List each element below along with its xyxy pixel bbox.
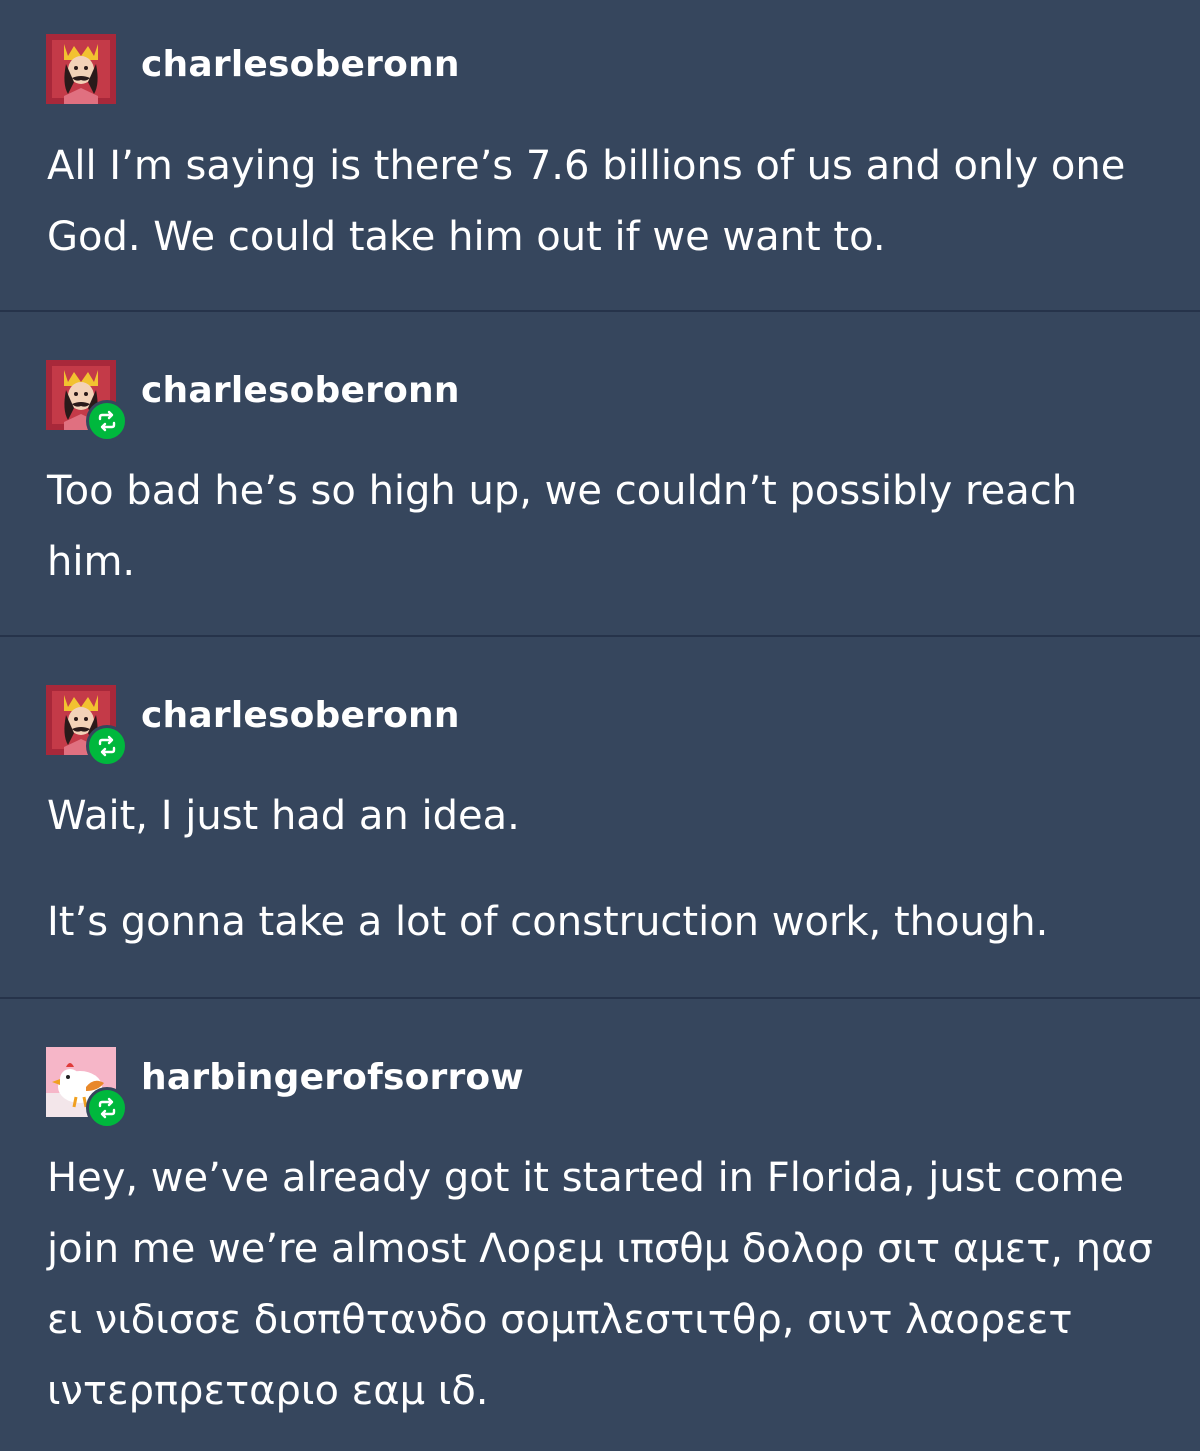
post-2: charlesoberonn Too bad he’s so high up, … xyxy=(0,312,1200,635)
crowned-king-avatar-icon xyxy=(46,34,116,104)
post-3: charlesoberonn Wait, I just had an idea.… xyxy=(0,637,1200,997)
avatar[interactable] xyxy=(46,34,116,104)
post-4: harbingerofsorrow Hey, we’ve already got… xyxy=(0,999,1200,1451)
reblog-icon xyxy=(86,400,128,442)
post-paragraph: It’s gonna take a lot of construction wo… xyxy=(47,899,1049,945)
post-body: All I’m saying is there’s 7.6 billions o… xyxy=(47,131,1167,273)
post-body: Hey, we’ve already got it started in Flo… xyxy=(47,1143,1167,1427)
post-paragraph: Hey, we’ve already got it started in Flo… xyxy=(47,1155,1153,1414)
username[interactable]: charlesoberonn xyxy=(141,44,460,85)
username[interactable]: charlesoberonn xyxy=(141,695,460,736)
post-body: Wait, I just had an idea. It’s gonna tak… xyxy=(47,781,1167,958)
post-body: Too bad he’s so high up, we couldn’t pos… xyxy=(47,456,1167,598)
avatar[interactable] xyxy=(46,360,128,442)
post-paragraph: Too bad he’s so high up, we couldn’t pos… xyxy=(47,468,1078,585)
username[interactable]: charlesoberonn xyxy=(141,370,460,411)
reblog-icon xyxy=(86,1087,128,1129)
reblog-icon xyxy=(86,725,128,767)
username[interactable]: harbingerofsorrow xyxy=(141,1057,524,1098)
avatar[interactable] xyxy=(46,685,128,767)
avatar[interactable] xyxy=(46,1047,128,1129)
post-1: charlesoberonn All I’m saying is there’s… xyxy=(0,0,1200,310)
post-paragraph: All I’m saying is there’s 7.6 billions o… xyxy=(47,143,1126,260)
post-paragraph: Wait, I just had an idea. xyxy=(47,793,520,839)
